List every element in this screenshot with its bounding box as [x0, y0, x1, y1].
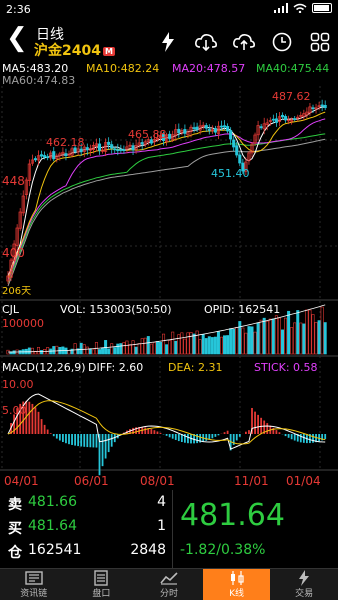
battery-icon	[312, 3, 332, 13]
sell-price: 481.66	[28, 494, 77, 510]
price-label-448: 448	[2, 174, 25, 188]
volume-label: CJL	[2, 303, 20, 316]
date-label-2: 06/01	[74, 474, 109, 488]
signal-icon	[274, 3, 288, 13]
divider	[172, 490, 173, 568]
cloud-download-icon[interactable]	[194, 30, 218, 54]
wifi-icon	[293, 3, 307, 13]
status-icons	[274, 3, 332, 13]
ma10-label: MA10:482.24	[86, 62, 160, 75]
order-book[interactable]: 卖 481.66 4 买 481.64 1 仓 162541 2848	[0, 490, 172, 568]
header-toolbar	[156, 30, 332, 54]
volume-axis-label: 100000	[2, 317, 44, 330]
date-label-5: 01/04	[286, 474, 321, 488]
macd-stick: STICK: 0.58	[254, 361, 318, 374]
tab-news[interactable]: 资讯链	[0, 569, 68, 600]
buy-row: 买 481.64 1	[8, 518, 168, 540]
open-interest-row: 仓 162541 2848	[8, 542, 168, 564]
buy-label: 买	[8, 521, 22, 537]
days-label: 206天	[2, 286, 31, 297]
orderbook-icon	[94, 570, 109, 586]
tab-trade-label: 交易	[295, 589, 314, 599]
symbol-name: 沪金2404	[34, 43, 101, 59]
macd-lines	[7, 393, 326, 450]
status-bar: 2:36	[0, 0, 338, 20]
tab-intraday[interactable]: 分时	[135, 569, 203, 600]
sell-label: 卖	[8, 497, 22, 513]
tab-orderbook[interactable]: 盘口	[68, 569, 136, 600]
back-button[interactable]: ❮	[6, 24, 28, 52]
macd-label: MACD(12,26,9)	[2, 361, 86, 374]
macd-dea: DEA: 2.31	[168, 361, 223, 374]
macd-axis-10: 10.00	[2, 378, 34, 391]
ma20-label: MA20:478.57	[172, 62, 246, 75]
annotation-high-3: 487.62	[272, 90, 311, 103]
annotation-low-1: 451.40	[211, 167, 250, 180]
annotation-high-1: 462.18	[46, 136, 85, 149]
oi-label: 仓	[8, 545, 22, 561]
tab-trade[interactable]: 交易	[270, 569, 338, 600]
price-label-400: 400	[2, 246, 25, 260]
tab-news-label: 资讯链	[20, 589, 48, 599]
main-contract-badge: M	[102, 46, 115, 56]
buy-price: 481.64	[28, 518, 77, 534]
open-interest: OPID: 162541	[204, 303, 281, 316]
tab-orderbook-label: 盘口	[92, 589, 111, 599]
tab-kline-label: K线	[229, 589, 245, 599]
macd-axis-5: 5.00	[2, 404, 27, 417]
clock-icon[interactable]	[270, 30, 294, 54]
price-change: -1.82/0.38%	[180, 542, 266, 558]
macd-bars	[10, 400, 327, 476]
symbol-title[interactable]: 沪金2404 M	[34, 40, 115, 60]
annotation-high-2: 465.88	[128, 128, 167, 141]
bottom-tab-bar: 资讯链 盘口 分时 K线 交易	[0, 568, 338, 600]
quote-panel: 卖 481.66 4 买 481.64 1 仓 162541 2848 481.…	[0, 490, 338, 568]
sell-qty: 4	[157, 494, 166, 510]
kline-chart[interactable]: 448 400 206天 462.18 465.88 487.62 451.40	[0, 86, 338, 490]
cloud-upload-icon[interactable]	[232, 30, 256, 54]
status-time: 2:36	[6, 3, 31, 16]
tab-kline[interactable]: K线	[202, 569, 271, 600]
oi-value: 162541	[28, 542, 82, 558]
date-label-4: 11/01	[234, 474, 269, 488]
ma40-label: MA40:475.44	[256, 62, 330, 75]
tab-intraday-label: 分时	[159, 589, 178, 599]
header: ❮ 日线 沪金2404 M	[0, 20, 338, 60]
buy-qty: 1	[157, 518, 166, 534]
trade-icon	[298, 570, 310, 586]
sell-row: 卖 481.66 4	[8, 494, 168, 516]
news-icon	[25, 570, 43, 586]
date-label-1: 04/01	[4, 474, 39, 488]
oi-qty: 2848	[130, 542, 166, 558]
last-price: 481.64	[180, 498, 285, 533]
candlestick-icon	[229, 570, 245, 586]
intraday-icon	[160, 570, 178, 586]
date-label-3: 08/01	[140, 474, 175, 488]
grid-menu-icon[interactable]	[308, 30, 332, 54]
lightning-icon[interactable]	[156, 30, 180, 54]
macd-diff: DIFF: 2.60	[88, 361, 144, 374]
volume-value: VOL: 153003(50:50)	[60, 303, 172, 316]
